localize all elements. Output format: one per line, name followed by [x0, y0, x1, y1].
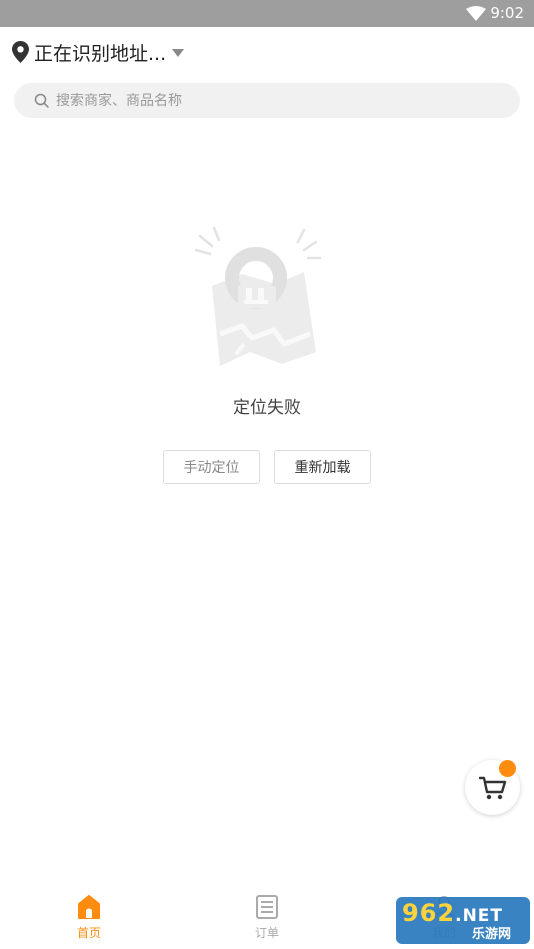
broken-map-icon — [194, 226, 322, 366]
search-bar[interactable] — [14, 83, 520, 118]
cart-button[interactable] — [465, 760, 520, 815]
cart-icon — [478, 776, 506, 799]
home-icon — [78, 895, 100, 919]
cart-badge — [499, 760, 516, 777]
caret-down-icon — [172, 49, 185, 57]
status-bar: 9:02 — [0, 0, 534, 27]
tab-home-label: 首页 — [76, 926, 101, 940]
watermark-sub: 乐游网 — [472, 927, 512, 942]
wifi-icon — [466, 6, 486, 21]
tab-orders[interactable]: 订单 — [237, 894, 297, 941]
watermark-logo: 962.NET 乐游网 — [396, 897, 530, 944]
tab-home[interactable]: 首页 — [59, 894, 119, 941]
search-icon — [34, 93, 49, 108]
watermark-brand: 962 — [402, 899, 456, 927]
location-failed-text: 定位失败 — [233, 398, 301, 418]
status-time: 9:02 — [490, 4, 524, 22]
location-pin-icon — [12, 41, 29, 63]
tab-orders-label: 订单 — [254, 926, 279, 940]
manual-locate-button[interactable]: 手动定位 — [163, 450, 260, 484]
search-input[interactable] — [56, 92, 476, 109]
location-selector[interactable]: 正在识别地址... — [12, 37, 185, 67]
location-text: 正在识别地址... — [34, 42, 167, 65]
reload-button[interactable]: 重新加载 — [274, 450, 371, 484]
orders-icon — [256, 895, 278, 919]
